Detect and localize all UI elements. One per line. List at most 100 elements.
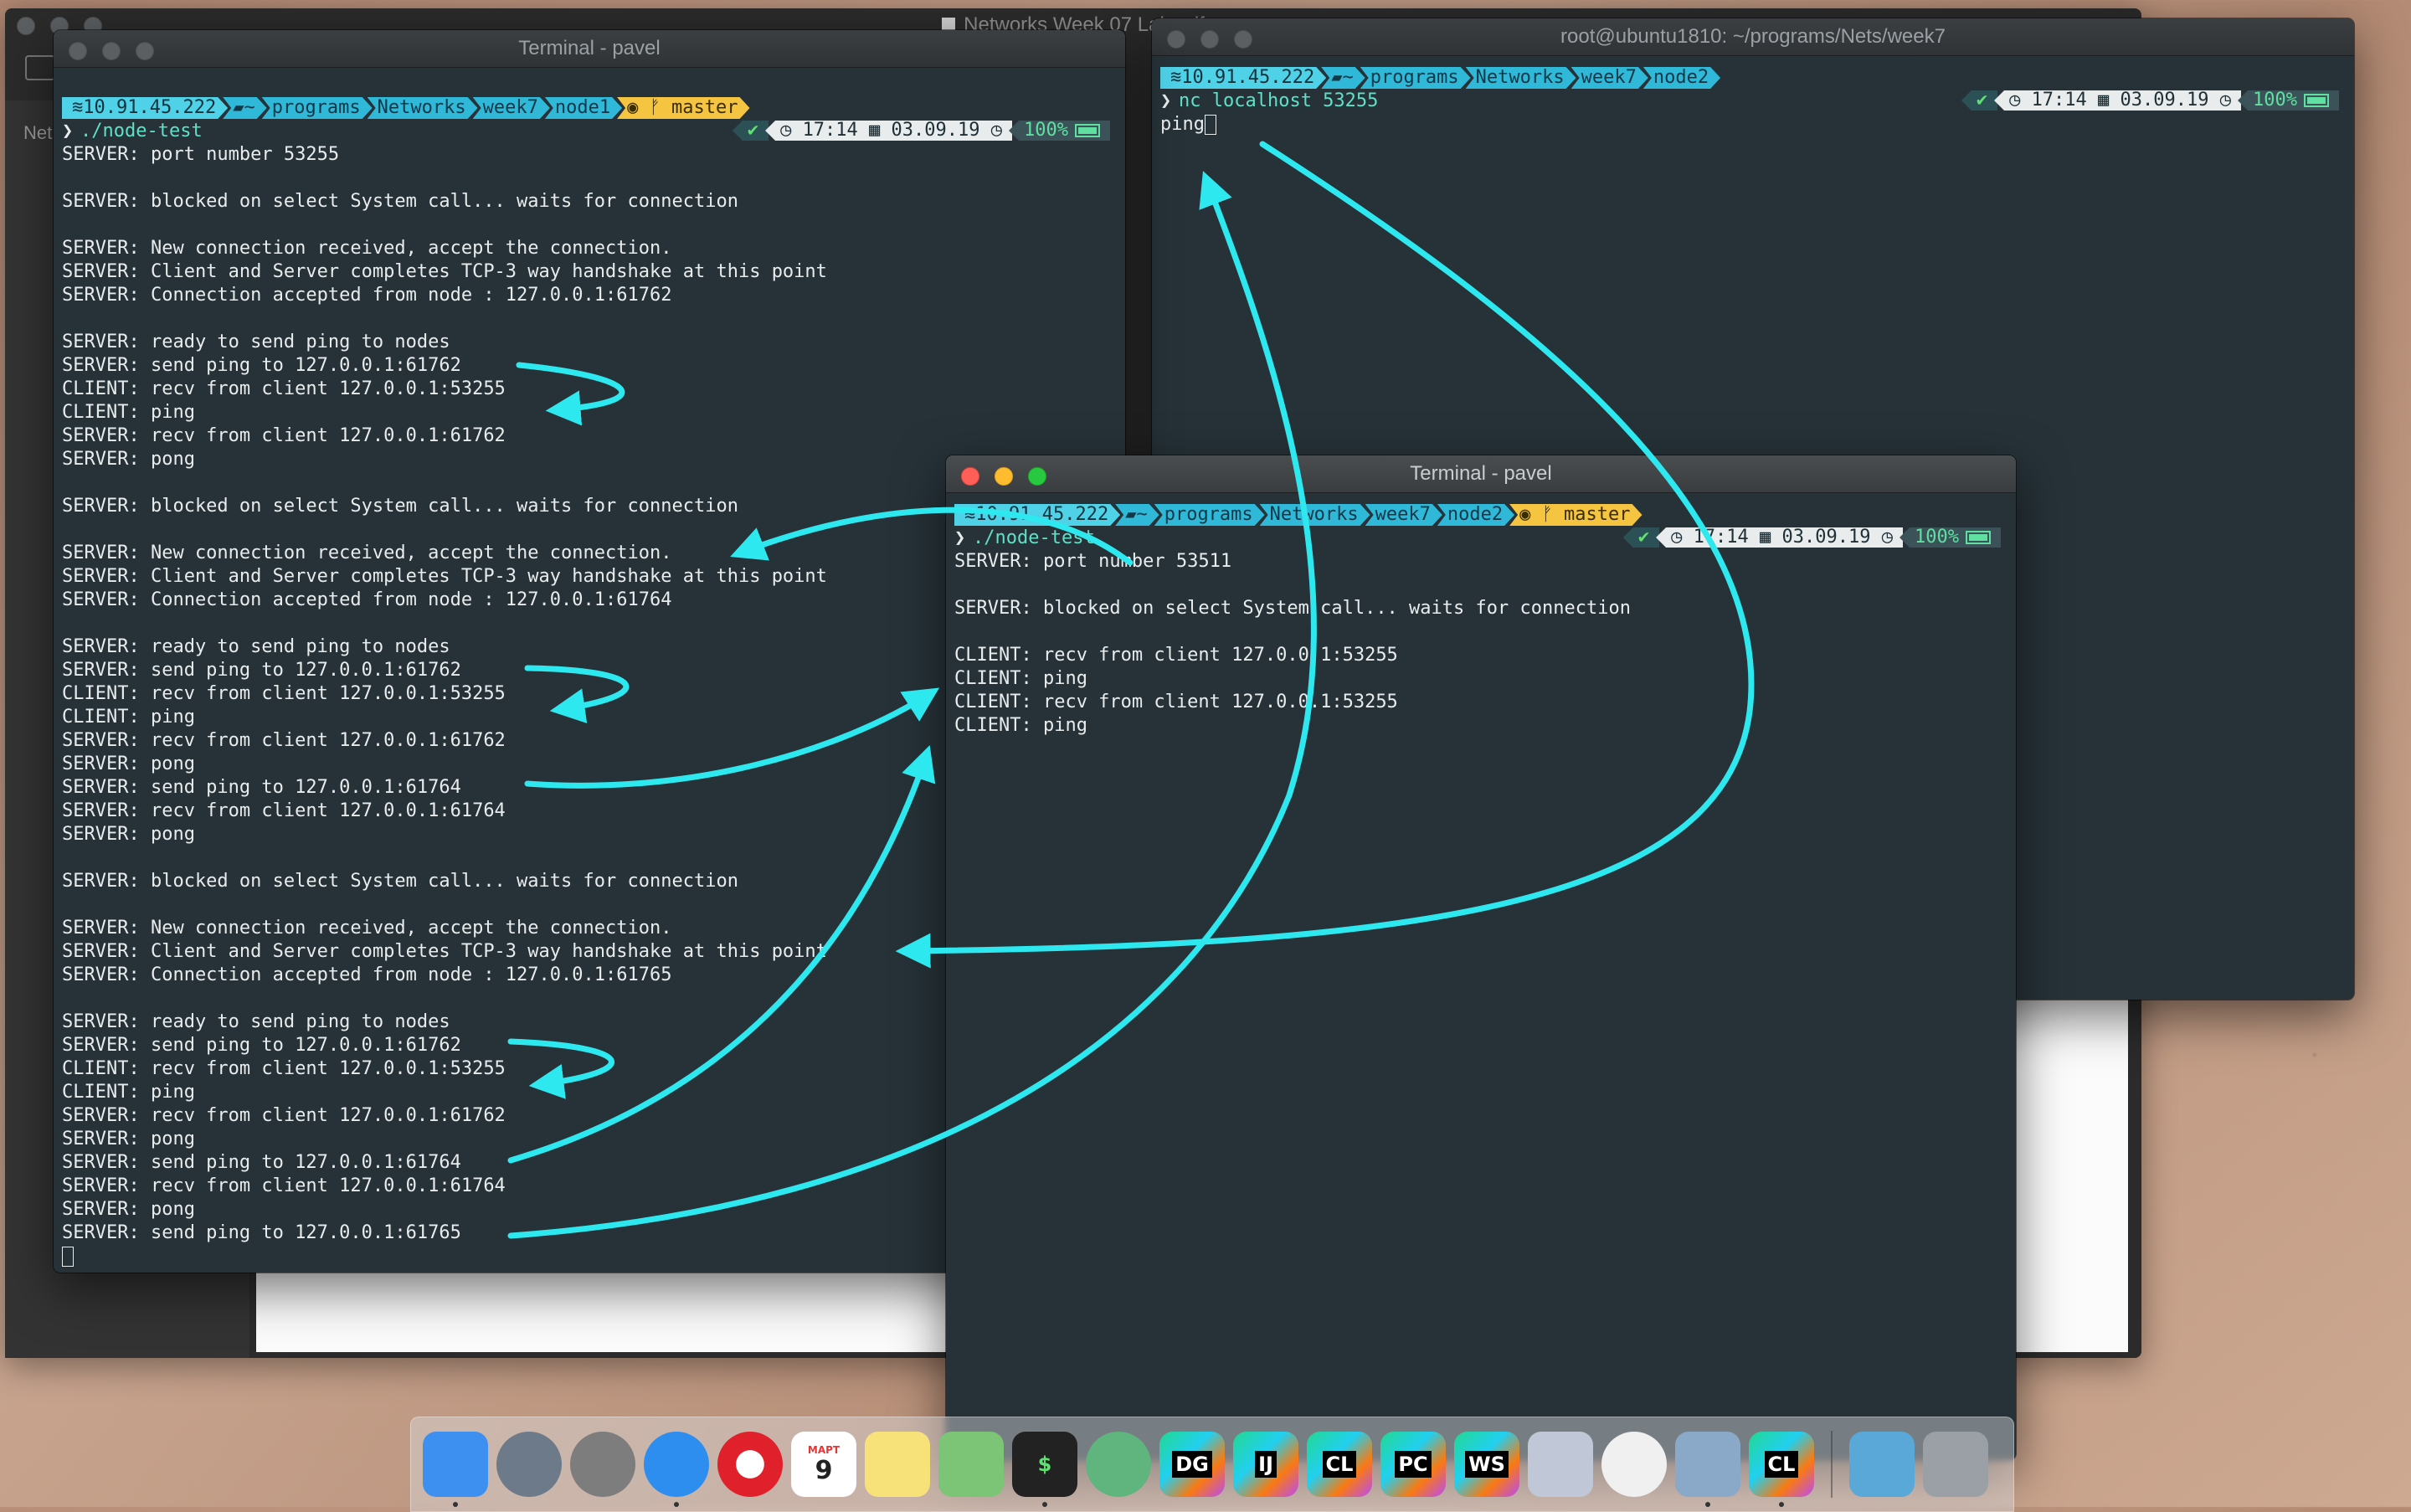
dir-segment-home: ▰~ [223, 97, 267, 119]
dir-home: ~ [1342, 67, 1354, 88]
dock-item-label: $ [1037, 1453, 1052, 1476]
close-button[interactable] [17, 17, 35, 35]
dir-segment: Networks [368, 97, 478, 119]
command-text: nc localhost 53255 [1179, 90, 1379, 111]
minimize-button[interactable] [1200, 30, 1219, 49]
close-button[interactable] [961, 467, 979, 486]
date-text: 03.09.19 [1781, 527, 1871, 548]
command-line: ❯ nc localhost 53255 ✔ ◷ 17:14 ▦ 03.09.19… [1160, 90, 2354, 113]
titlebar[interactable]: Terminal - pavel [946, 455, 2016, 493]
terminal-window-node3[interactable]: Terminal - pavel ≋10.91.45.222 ▰~ progra… [946, 455, 2016, 1460]
battery-text: 100% [1915, 527, 1959, 548]
folder-icon: ▰ [1125, 504, 1137, 525]
git-branch: master [1564, 504, 1631, 525]
ip-segment: ≋10.91.45.222 [1160, 67, 1326, 89]
date-text: 03.09.19 [891, 120, 980, 141]
dir-networks: Networks [377, 97, 466, 118]
titlebar[interactable]: Terminal - pavel [54, 30, 1125, 68]
window-controls[interactable] [69, 42, 154, 60]
command-text: ./node-test [80, 121, 203, 141]
dock-clion-2-icon[interactable]: CL [1749, 1432, 1814, 1507]
prompt-bar: ≋10.91.45.222 ▰~ programs Networks week7… [1160, 66, 2354, 90]
battery-text: 100% [2253, 90, 2297, 111]
dir-segment: programs [262, 97, 373, 119]
dir-networks: Networks [1475, 67, 1565, 88]
battery-segment: 100% [1009, 121, 1110, 141]
time-date-segment: ◷ 17:14 ▦ 03.09.19 ◷ [1656, 527, 1904, 548]
dock-preview-icon[interactable] [1675, 1432, 1740, 1507]
date-text: 03.09.19 [2120, 90, 2209, 111]
output-line: SERVER: blocked on select System call...… [62, 191, 738, 212]
running-indicator [1705, 1502, 1710, 1507]
dir-segment: week7 [473, 97, 550, 119]
check-icon: ✔ [1622, 527, 1660, 548]
dock-clion-icon[interactable]: CL [1307, 1432, 1372, 1497]
calendar-icon: ▦ [2086, 90, 2121, 111]
battery-segment: 100% [2238, 90, 2339, 111]
minimize-button[interactable] [102, 42, 121, 60]
prompt-arrow-icon: ❯ [62, 121, 74, 141]
zoom-button[interactable] [1028, 467, 1046, 486]
titlebar[interactable]: root@ubuntu1810: ~/programs/Nets/week7 [1152, 18, 2354, 56]
output-line: SERVER: blocked on select System call...… [954, 598, 1631, 619]
sidebar-toggle-icon[interactable] [25, 55, 55, 80]
terminal-content[interactable]: ≋10.91.45.222 ▰~ programs Networks week7… [1152, 56, 2354, 136]
output-line: SERVER: Client and Server completes TCP-… [62, 261, 827, 282]
close-button[interactable] [69, 42, 87, 60]
dock-terminal-icon[interactable]: $ [1012, 1432, 1077, 1507]
dock-itunes-icon[interactable] [1601, 1432, 1667, 1497]
zoom-button[interactable] [1234, 30, 1252, 49]
window-controls[interactable] [1167, 30, 1252, 49]
dock-intellij-icon[interactable]: IJ [1233, 1432, 1298, 1497]
dock-datagrip-icon[interactable]: DG [1159, 1432, 1225, 1497]
clock-icon: ◷ [1671, 527, 1694, 548]
zoom-button[interactable] [136, 42, 154, 60]
dock-calendar-icon[interactable]: МАРТ 9 [791, 1432, 856, 1497]
dock-notes-icon[interactable] [865, 1432, 930, 1497]
dock-atom-icon[interactable] [1086, 1432, 1151, 1497]
output-line: CLIENT: ping [62, 402, 195, 423]
calendar-icon: ▦ [1748, 527, 1782, 548]
dock-grapher-icon[interactable] [1528, 1432, 1593, 1497]
text-cursor [1204, 115, 1216, 135]
dock-system-preferences-icon[interactable] [570, 1432, 635, 1497]
sidebar-label: Net [23, 122, 53, 143]
dock-trash-icon[interactable] [1923, 1432, 1988, 1497]
output-line: CLIENT: recv from client 127.0.0.1:53255 [954, 692, 1398, 712]
dock-item-label: 9 [815, 1455, 833, 1485]
dock-item-label: DG [1172, 1451, 1212, 1478]
window-controls[interactable] [961, 467, 1046, 486]
terminal-content[interactable]: ≋10.91.45.222 ▰~ programs Networks week7… [946, 493, 2016, 738]
dock-pycharm-icon[interactable]: PC [1380, 1432, 1446, 1497]
dock-webstorm-icon[interactable]: WS [1454, 1432, 1519, 1497]
output-line: CLIENT: recv from client 127.0.0.1:53255 [954, 645, 1398, 666]
prompt-arrow-icon: ❯ [1160, 90, 1172, 111]
command-line: ❯ ./node-test ✔ ◷ 17:14 ▦ 03.09.19 ◷ 100% [62, 120, 1125, 143]
dock-opera-icon[interactable] [717, 1432, 783, 1497]
dock-finder-icon[interactable] [423, 1432, 488, 1507]
dir-week7: week7 [482, 97, 538, 118]
dir-segment: programs [1360, 67, 1471, 89]
output-line: SERVER: port number 53255 [62, 144, 340, 165]
dir-node2: node2 [1653, 67, 1709, 88]
window-title: Terminal - pavel [518, 37, 661, 59]
dock-downloads-folder-icon[interactable] [1849, 1432, 1915, 1497]
github-icon: ◉ ᚠ [1519, 504, 1565, 525]
calendar-month: МАРТ [807, 1443, 841, 1456]
minimize-button[interactable] [995, 467, 1013, 486]
dock-safari-icon[interactable] [644, 1432, 709, 1507]
time-text: 17:14 [802, 120, 858, 141]
close-button[interactable] [1167, 30, 1185, 49]
calendar-icon: ▦ [857, 120, 892, 141]
clock-icon: ◷ [979, 120, 1003, 141]
ip-segment: ≋10.91.45.222 [62, 97, 228, 119]
dock-launchpad-icon[interactable] [496, 1432, 562, 1497]
check-icon: ✔ [732, 121, 769, 141]
dir-week7: week7 [1375, 504, 1431, 525]
dock-maps-icon[interactable] [938, 1432, 1004, 1497]
dir-segment-home: ▰~ [1115, 504, 1159, 526]
